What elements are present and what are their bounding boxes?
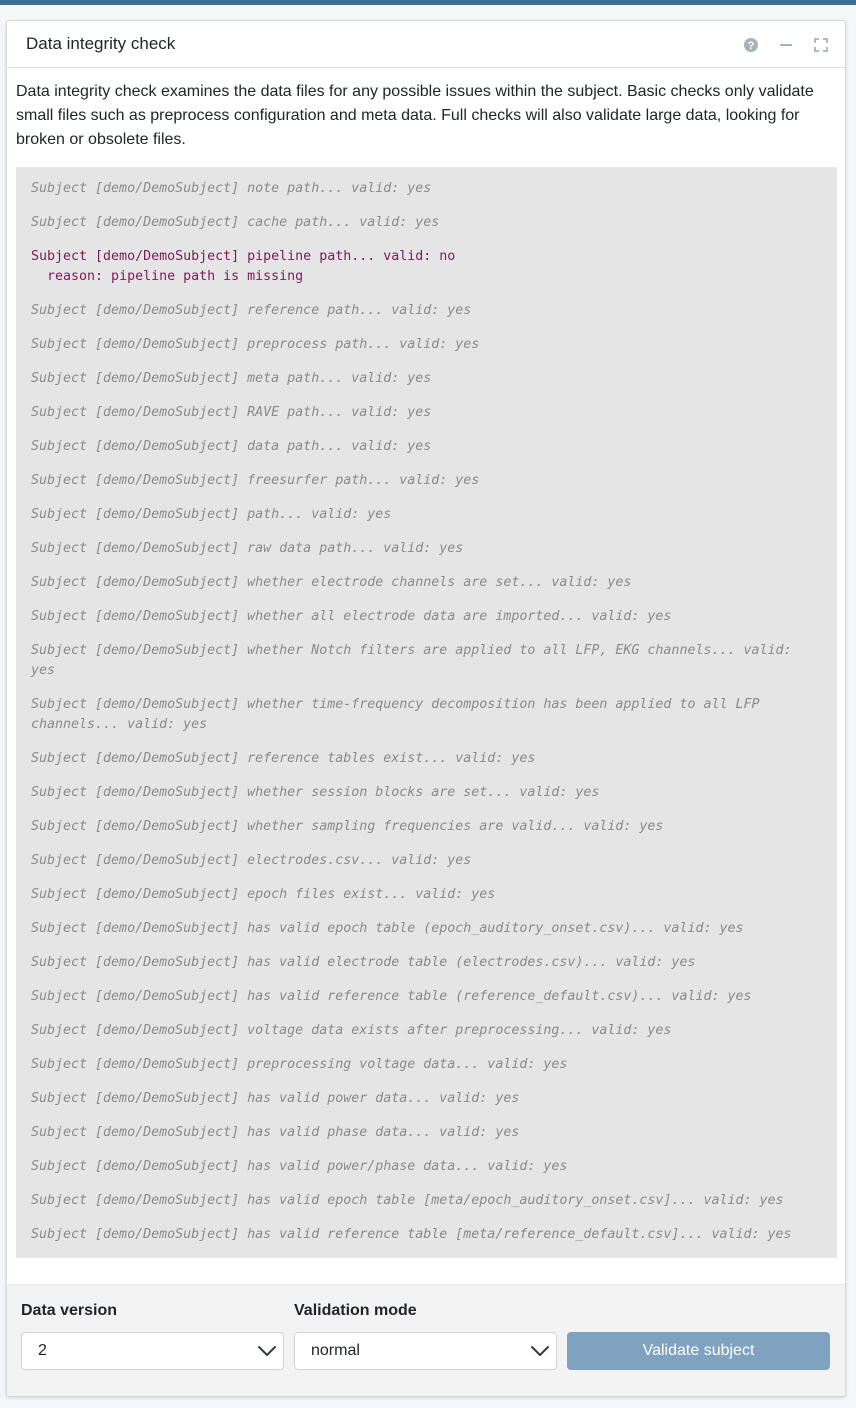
log-line: Subject [demo/DemoSubject] has valid pow…	[31, 1091, 520, 1106]
log-line: Subject [demo/DemoSubject] has valid pow…	[31, 1159, 568, 1174]
log-line: Subject [demo/DemoSubject] raw data path…	[31, 541, 464, 556]
log-line: Subject [demo/DemoSubject] reference tab…	[31, 751, 536, 766]
log-line: Subject [demo/DemoSubject] cache path...…	[31, 215, 440, 230]
log-line: Subject [demo/DemoSubject] whether sessi…	[31, 785, 600, 800]
validation-log[interactable]: Subject [demo/DemoSubject] note path... …	[16, 167, 837, 1258]
log-line: Subject [demo/DemoSubject] has valid ref…	[31, 989, 752, 1004]
log-line: Subject [demo/DemoSubject] electrodes.cs…	[31, 853, 472, 868]
data-version-label: Data version	[21, 1302, 118, 1319]
validate-subject-button[interactable]: Validate subject	[567, 1332, 830, 1370]
log-line: Subject [demo/DemoSubject] whether time-…	[31, 697, 760, 732]
log-line: Subject [demo/DemoSubject] freesurfer pa…	[31, 473, 480, 488]
minimize-icon[interactable]	[777, 36, 795, 54]
chevron-down-icon	[531, 1346, 549, 1356]
maximize-icon[interactable]	[812, 36, 830, 54]
card-title: Data integrity check	[26, 34, 176, 53]
log-line: Subject [demo/DemoSubject] whether Notch…	[31, 643, 792, 678]
svg-text:?: ?	[748, 40, 755, 52]
help-icon[interactable]: ?	[742, 36, 760, 54]
chevron-down-icon	[258, 1346, 276, 1356]
log-line: Subject [demo/DemoSubject] whether elect…	[31, 575, 632, 590]
data-version-select[interactable]: 2	[21, 1332, 284, 1370]
log-line: Subject [demo/DemoSubject] preprocess pa…	[31, 337, 480, 352]
log-line: Subject [demo/DemoSubject] voltage data …	[31, 1023, 672, 1038]
log-line: Subject [demo/DemoSubject] whether all e…	[31, 609, 672, 624]
log-line-error: Subject [demo/DemoSubject] pipeline path…	[31, 249, 456, 284]
card-header: Data integrity check ?	[7, 21, 845, 68]
log-line: Subject [demo/DemoSubject] has valid ref…	[31, 1227, 792, 1242]
log-line: Subject [demo/DemoSubject] has valid epo…	[31, 921, 744, 936]
validation-mode-label: Validation mode	[294, 1302, 417, 1319]
log-line: Subject [demo/DemoSubject] reference pat…	[31, 303, 472, 318]
log-line: Subject [demo/DemoSubject] has valid pha…	[31, 1125, 520, 1140]
card-footer: Data version 2 Validation mode normal Va…	[7, 1284, 845, 1396]
log-line: Subject [demo/DemoSubject] note path... …	[31, 181, 432, 196]
log-line: Subject [demo/DemoSubject] whether sampl…	[31, 819, 664, 834]
log-line: Subject [demo/DemoSubject] data path... …	[31, 439, 432, 454]
log-line: Subject [demo/DemoSubject] path... valid…	[31, 507, 392, 522]
validation-mode-select[interactable]: normal	[294, 1332, 557, 1370]
log-line: Subject [demo/DemoSubject] RAVE path... …	[31, 405, 432, 420]
log-line: Subject [demo/DemoSubject] has valid ele…	[31, 955, 696, 970]
validation-mode-value: normal	[311, 1342, 360, 1359]
log-line: Subject [demo/DemoSubject] epoch files e…	[31, 887, 496, 902]
data-integrity-card: Data integrity check ? Data integrity ch…	[6, 20, 846, 1397]
log-line: Subject [demo/DemoSubject] preprocessing…	[31, 1057, 568, 1072]
log-line: Subject [demo/DemoSubject] meta path... …	[31, 371, 432, 386]
log-line: Subject [demo/DemoSubject] has valid epo…	[31, 1193, 784, 1208]
top-banner-strip	[0, 0, 856, 5]
data-version-value: 2	[38, 1342, 47, 1359]
card-description: Data integrity check examines the data f…	[16, 83, 814, 148]
